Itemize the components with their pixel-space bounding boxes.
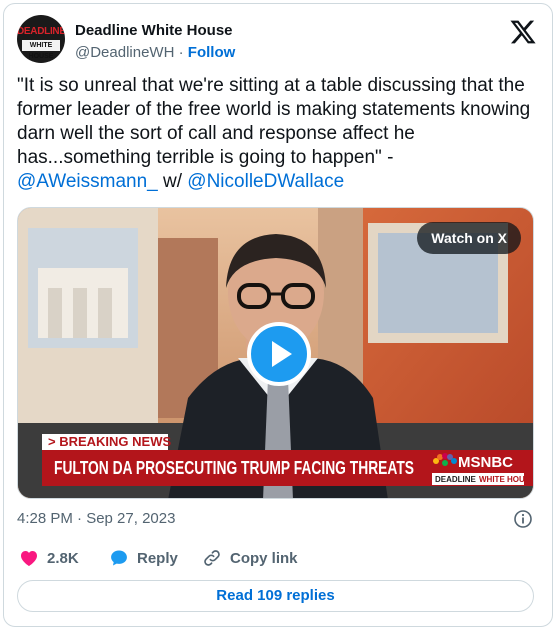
avatar-text-whitehouse: WHITE HOUSE [22, 40, 60, 60]
show-badge-left: DEADLINE [435, 475, 477, 484]
info-icon[interactable] [513, 509, 533, 529]
headline-text: FULTON DA PROSECUTING TRUMP FACING THREA… [54, 458, 414, 478]
read-replies-button[interactable]: Read 109 replies [17, 580, 534, 612]
reply-button[interactable]: Reply [109, 540, 178, 576]
with-text: w/ [157, 171, 188, 192]
watch-on-x-button[interactable]: Watch on X [417, 222, 521, 254]
like-count: 2.8K [47, 549, 79, 567]
heart-icon [21, 551, 37, 566]
copy-link-button[interactable]: Copy link [202, 540, 298, 576]
action-bar: 2.8K Reply Copy link [17, 540, 537, 576]
network-logo: MSNBC [458, 454, 513, 471]
mention-nicolledwallace[interactable]: @NicolleDWallace [187, 171, 344, 192]
play-icon [272, 341, 292, 367]
like-button[interactable]: 2.8K [19, 540, 79, 576]
show-badge-right: WHITE HOUSE [479, 475, 534, 484]
breaking-news-label: > BREAKING NEWS [48, 434, 171, 449]
play-button[interactable] [247, 322, 311, 386]
tweet-quote: "It is so unreal that we're sitting at a… [17, 75, 531, 168]
reply-label: Reply [137, 549, 178, 567]
separator: · [174, 44, 188, 61]
video-player[interactable]: > BREAKING NEWS FULTON DA PROSECUTING TR… [17, 207, 534, 499]
copy-link-label: Copy link [230, 549, 298, 567]
avatar[interactable]: DEADLINE WHITE HOUSE [17, 15, 65, 63]
reply-icon [111, 550, 127, 566]
handle-row: @DeadlineWH · Follow [75, 44, 235, 61]
follow-button[interactable]: Follow [188, 44, 236, 61]
avatar-text-deadline: DEADLINE [17, 26, 65, 37]
tweet-text: "It is so unreal that we're sitting at a… [17, 74, 537, 194]
x-logo-icon[interactable] [509, 18, 537, 46]
link-icon [204, 550, 220, 566]
account-name[interactable]: Deadline White House [75, 22, 233, 39]
account-handle[interactable]: @DeadlineWH [75, 44, 174, 61]
mention-aweissmann[interactable]: @AWeissmann_ [17, 171, 158, 192]
tweet-timestamp[interactable]: 4:28 PM · Sep 27, 2023 [17, 510, 175, 527]
